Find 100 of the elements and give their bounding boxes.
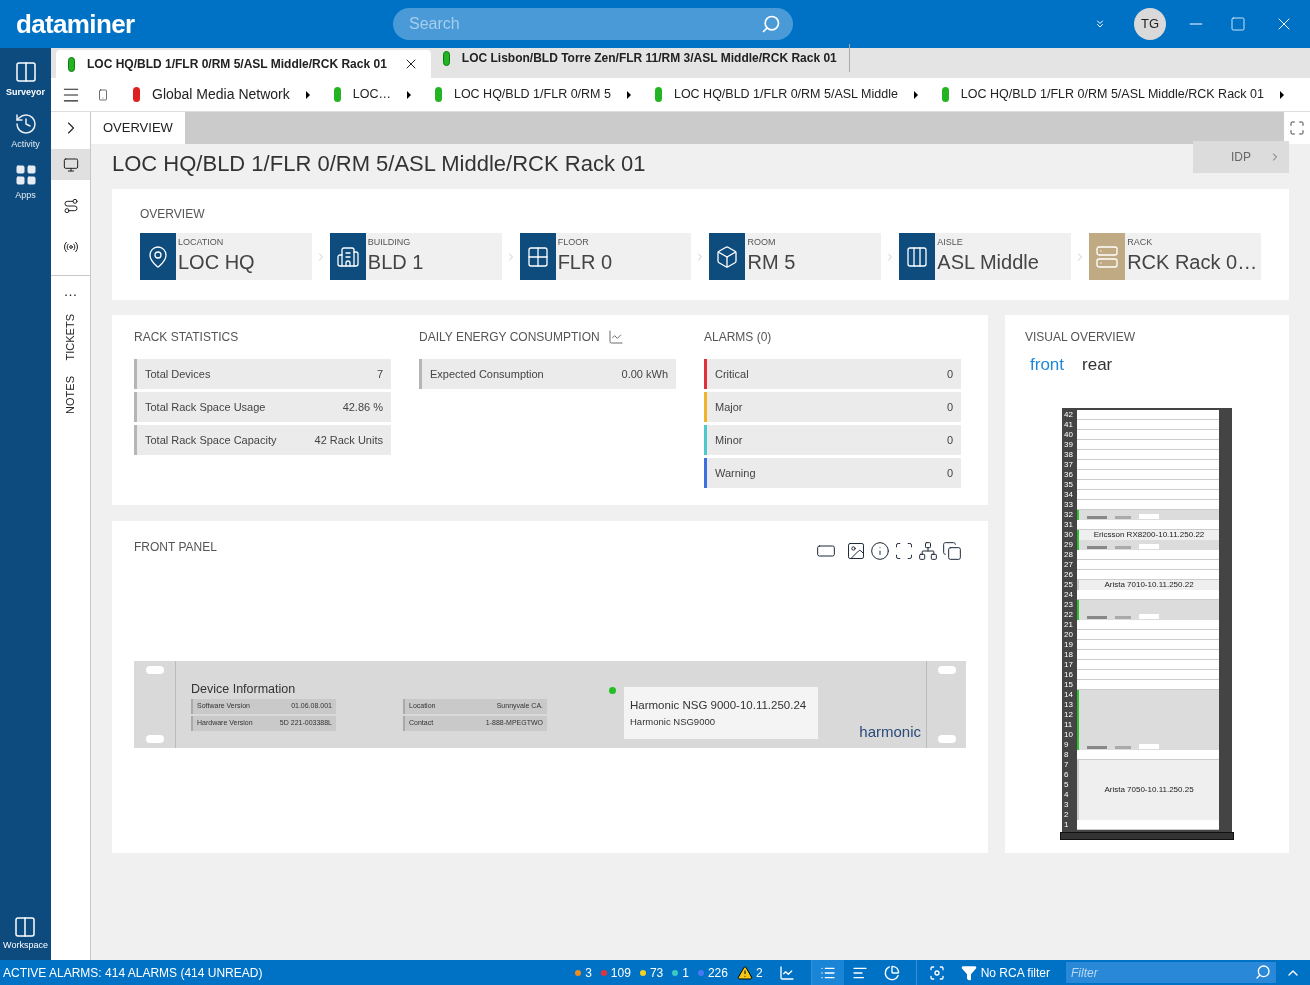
unit-number: 15 <box>1064 679 1074 690</box>
breadcrumb-item[interactable]: Global Media Network <box>152 84 290 105</box>
unit-number: 33 <box>1064 499 1074 510</box>
filter-field[interactable]: Filter <box>1066 962 1276 983</box>
caret-icon[interactable] <box>406 90 411 99</box>
breadcrumb-item[interactable]: LOC HQ/BLD 1/FLR 0/RM 5 <box>453 85 611 104</box>
unit-number: 29 <box>1064 539 1074 550</box>
unit-number: 42 <box>1064 409 1074 420</box>
app-logo: dataminer <box>16 7 136 41</box>
active-alarms-text[interactable]: ACTIVE ALARMS: 414 ALARMS (414 UNREAD) <box>0 963 576 982</box>
unit-number: 23 <box>1064 599 1074 610</box>
view-link[interactable]: rear <box>1082 352 1113 378</box>
mount-hole <box>937 666 956 674</box>
stat-value: 42 Rack Units <box>314 432 383 448</box>
warning-icon <box>736 964 753 981</box>
unit-number: 18 <box>1064 649 1074 660</box>
more-button[interactable]: … <box>63 284 78 298</box>
search-icon[interactable] <box>1255 964 1271 980</box>
copy-icon[interactable] <box>942 541 962 561</box>
stat-label: Warning <box>715 465 756 481</box>
mount-hole <box>937 735 956 743</box>
chart-icon[interactable] <box>778 964 795 981</box>
unit-number: 25 <box>1064 579 1074 590</box>
hierarchy-item[interactable]: RACK RCK Rack 0… <box>1089 233 1261 280</box>
breadcrumb-item[interactable]: LOC HQ/BLD 1/FLR 0/RM 5/ASL Middle <box>673 85 898 104</box>
warning-count[interactable]: 2 <box>755 963 763 982</box>
alarm-count[interactable]: 3 <box>585 963 592 982</box>
caret-icon[interactable] <box>1280 90 1284 99</box>
rack-device[interactable]: Ericsson RX8200-10.11.250.22 <box>1079 529 1219 540</box>
alarm-count[interactable]: 226 <box>707 963 728 982</box>
unit-number: 12 <box>1064 709 1074 720</box>
stat-label: Total Rack Space Usage <box>145 399 266 415</box>
unit-number: 34 <box>1064 489 1074 500</box>
alarm-count[interactable]: 109 <box>610 963 631 982</box>
caret-icon[interactable] <box>626 90 631 99</box>
unit-number: 20 <box>1064 629 1074 640</box>
mount-hole <box>145 666 164 674</box>
alarm-count[interactable]: 1 <box>682 963 689 982</box>
section-heading: DAILY ENERGY CONSUMPTION <box>419 329 600 346</box>
surveyor-icon <box>13 60 38 84</box>
stat-value: 0.00 kWh <box>621 366 668 382</box>
view-link[interactable]: front <box>1030 352 1065 378</box>
unit-number: 39 <box>1064 439 1074 450</box>
panel-tool[interactable] <box>51 149 90 180</box>
dropdown-icon[interactable] <box>1094 18 1106 30</box>
search-icon[interactable] <box>761 14 781 34</box>
document-tab[interactable]: LOC Lisbon/BLD Torre Zen/FLR 11/RM 3/ASL Middle/RCK Rack 01 <box>430 44 850 72</box>
picture-icon[interactable] <box>846 541 866 561</box>
stat-value: 0 <box>946 432 953 448</box>
vertical-tab[interactable]: NOTES <box>62 376 79 415</box>
workspace-button[interactable]: Workspace <box>3 914 48 952</box>
page-title: LOC HQ/BLD 1/FLR 0/RM 5/ASL Middle/RCK Rack 01 <box>112 149 647 178</box>
alarm-count[interactable]: 73 <box>649 963 664 982</box>
unit-number: 26 <box>1064 569 1074 580</box>
user-avatar[interactable]: TG <box>1134 8 1166 40</box>
network-icon[interactable] <box>918 541 938 561</box>
unit-number: 9 <box>1064 739 1070 750</box>
stat-label: Total Devices <box>145 366 211 382</box>
unit-number: 36 <box>1064 469 1074 480</box>
history-icon <box>13 111 38 136</box>
unit-number: 2 <box>1064 809 1070 820</box>
caret-icon[interactable] <box>305 90 310 99</box>
info-icon[interactable] <box>870 541 890 561</box>
pie-chart-icon <box>883 964 900 981</box>
breadcrumb-item[interactable]: LOC HQ/BLD 1/FLR 0/RM 5/ASL Middle/RCK Rack 01 <box>960 85 1264 104</box>
unit-number: 21 <box>1064 619 1074 630</box>
maximize-icon[interactable] <box>1230 16 1246 32</box>
fullscreen-icon[interactable] <box>1289 120 1305 136</box>
stat-value: 7 <box>376 366 383 382</box>
map-pin-icon <box>146 244 170 269</box>
fit-icon[interactable] <box>894 541 914 561</box>
device-icon[interactable] <box>97 88 109 101</box>
workspace-icon <box>13 914 38 939</box>
page-tab[interactable]: OVERVIEW <box>91 112 185 144</box>
unit-number: 7 <box>1064 759 1070 770</box>
device-label: Harmonic NSG 9000-10.11.250.24 Harmonic NSG9000 <box>624 687 818 739</box>
idp-button[interactable]: IDP <box>1193 141 1289 173</box>
status-indicator <box>68 56 75 72</box>
caret-icon[interactable] <box>913 90 918 99</box>
unit-number: 35 <box>1064 479 1074 490</box>
vertical-tab[interactable]: TICKETS <box>62 314 79 361</box>
rca-filter-text[interactable]: No RCA filter <box>980 963 1050 982</box>
unit-number: 16 <box>1064 669 1074 680</box>
unit-number: 40 <box>1064 429 1074 440</box>
rack-device[interactable]: Arista 7010-10.11.250.22 <box>1079 579 1219 590</box>
monitor-icon <box>62 156 79 173</box>
document-tab[interactable]: LOC HQ/BLD 1/FLR 0/RM 5/ASL Middle/RCK Rack 01 <box>56 50 431 78</box>
unit-number: 27 <box>1064 559 1074 570</box>
chart-icon[interactable] <box>607 329 624 345</box>
brand-logo: harmonic <box>859 721 921 742</box>
focus-icon[interactable] <box>928 964 945 981</box>
section-heading: RACK STATISTICS <box>134 329 239 346</box>
view-button[interactable] <box>811 960 844 985</box>
rack-device[interactable]: Arista 7050-10.11.250.25 <box>1079 759 1219 820</box>
search-field[interactable]: Search <box>393 8 793 40</box>
breadcrumb-item[interactable]: LOC… <box>352 85 391 104</box>
unit-number: 24 <box>1064 589 1074 600</box>
unit-number: 19 <box>1064 639 1074 650</box>
unit-number: 38 <box>1064 449 1074 460</box>
floor-plan-icon <box>525 244 550 269</box>
